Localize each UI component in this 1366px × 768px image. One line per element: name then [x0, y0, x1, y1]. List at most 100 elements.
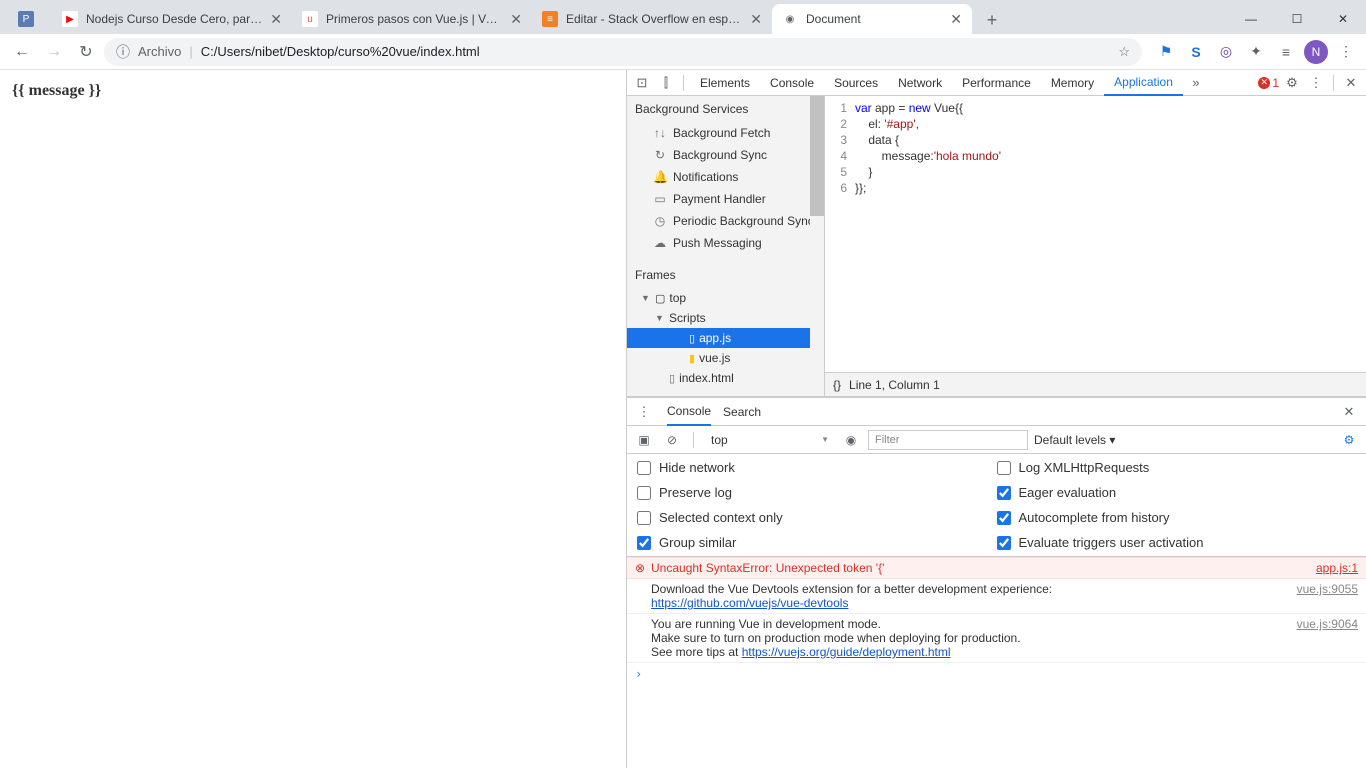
- console-filter-input[interactable]: Filter: [868, 430, 1028, 450]
- devtools-tab[interactable]: Memory: [1041, 70, 1104, 96]
- file-item[interactable]: ▯index.html: [627, 368, 824, 388]
- drawer-tab-console[interactable]: Console: [667, 398, 711, 426]
- console-sidebar-toggle-icon[interactable]: ▣: [633, 429, 655, 451]
- devtools-tab[interactable]: Elements: [690, 70, 760, 96]
- console-option[interactable]: Evaluate triggers user activation: [997, 535, 1357, 550]
- extension-icon[interactable]: S: [1184, 40, 1208, 64]
- service-label: Payment Handler: [673, 192, 766, 206]
- sidebar-item[interactable]: ☁Push Messaging: [627, 232, 824, 254]
- console-option[interactable]: Group similar: [637, 535, 997, 550]
- browser-menu-icon[interactable]: ⋮: [1334, 40, 1358, 64]
- log-source[interactable]: vue.js:9064: [1287, 617, 1358, 631]
- brackets-icon[interactable]: {}: [833, 378, 841, 392]
- browser-tab[interactable]: P: [8, 4, 52, 34]
- favicon-icon: P: [18, 11, 34, 27]
- option-checkbox[interactable]: [637, 486, 651, 500]
- devtools-tab[interactable]: Application: [1104, 70, 1183, 96]
- option-checkbox[interactable]: [997, 461, 1011, 475]
- live-expression-icon[interactable]: ◉: [840, 429, 862, 451]
- sidebar-scrollbar[interactable]: [810, 96, 824, 396]
- option-checkbox[interactable]: [997, 486, 1011, 500]
- devtools-settings-icon[interactable]: ⚙: [1281, 72, 1303, 94]
- line-gutter: 123456: [825, 100, 855, 372]
- tab-title: Document: [806, 12, 944, 26]
- log-levels-select[interactable]: Default levels ▾: [1034, 433, 1115, 447]
- browser-tab[interactable]: u Primeros pasos con Vue.js | Vue e ✕: [292, 4, 532, 34]
- browser-tab[interactable]: ≡Editar - Stack Overflow en españo✕: [532, 4, 772, 34]
- devtools-close-icon[interactable]: ✕: [1340, 72, 1362, 94]
- reading-list-icon[interactable]: ≡: [1274, 40, 1298, 64]
- option-checkbox[interactable]: [997, 536, 1011, 550]
- source-body[interactable]: 123456 var app = new Vue{{ el: '#app', d…: [825, 96, 1366, 372]
- file-name: app.js: [699, 331, 731, 345]
- devtools-tab[interactable]: Sources: [824, 70, 888, 96]
- site-info-icon[interactable]: ⓘ: [116, 42, 130, 62]
- log-source[interactable]: app.js:1: [1306, 561, 1358, 575]
- devtools-tab[interactable]: Network: [888, 70, 952, 96]
- devtools-panel: ⊡ ⫿ ElementsConsoleSourcesNetworkPerform…: [626, 70, 1366, 768]
- sidebar-item[interactable]: ◷Periodic Background Sync: [627, 210, 824, 232]
- option-checkbox[interactable]: [637, 536, 651, 550]
- file-item[interactable]: ▮vue.js: [627, 348, 824, 368]
- extensions-puzzle-icon[interactable]: ✦: [1244, 40, 1268, 64]
- devtools-tab[interactable]: Console: [760, 70, 824, 96]
- frame-scripts[interactable]: ▼ Scripts: [627, 308, 824, 328]
- window-close[interactable]: ✕: [1320, 4, 1366, 34]
- file-icon: ▯: [669, 372, 675, 385]
- console-option[interactable]: Autocomplete from history: [997, 510, 1357, 525]
- devtools-menu-icon[interactable]: ⋮: [1305, 72, 1327, 94]
- sidebar-item[interactable]: ▭ Payment Handler: [627, 188, 824, 210]
- new-tab-button[interactable]: +: [978, 6, 1006, 34]
- option-checkbox[interactable]: [997, 511, 1011, 525]
- extension-icon[interactable]: ◎: [1214, 40, 1238, 64]
- tab-title: Primeros pasos con Vue.js | Vue e: [326, 12, 504, 26]
- browser-tab[interactable]: ◉Document✕: [772, 4, 972, 34]
- more-tabs-icon[interactable]: »: [1185, 72, 1207, 94]
- extension-icon[interactable]: ⚑: [1154, 40, 1178, 64]
- console-option[interactable]: Log XMLHttpRequests: [997, 460, 1357, 475]
- context-select[interactable]: top: [704, 430, 834, 450]
- error-badge[interactable]: ✕ 1: [1258, 76, 1279, 90]
- console-prompt[interactable]: ›: [627, 663, 1366, 685]
- drawer-tab-search[interactable]: Search: [723, 398, 761, 426]
- log-link[interactable]: https://github.com/vuejs/vue-devtools: [651, 596, 848, 610]
- file-item[interactable]: ▯app.js: [627, 328, 824, 348]
- service-icon: ▭: [653, 192, 667, 206]
- browser-tab[interactable]: ▶Nodejs Curso Desde Cero, para p✕: [52, 4, 292, 34]
- inspect-element-icon[interactable]: ⊡: [631, 72, 653, 94]
- tab-close-icon[interactable]: ✕: [750, 11, 762, 28]
- tab-close-icon[interactable]: ✕: [270, 11, 282, 28]
- application-panel: Background Services ↑↓Background Fetch↻B…: [627, 96, 1366, 396]
- console-option[interactable]: Preserve log: [637, 485, 997, 500]
- console-option[interactable]: Hide network: [637, 460, 997, 475]
- drawer-menu-icon[interactable]: ⋮: [633, 401, 655, 423]
- window-minimize[interactable]: —: [1228, 4, 1274, 34]
- option-checkbox[interactable]: [637, 511, 651, 525]
- log-source[interactable]: vue.js:9055: [1287, 582, 1358, 596]
- file-icon: ▮: [689, 352, 695, 365]
- profile-avatar[interactable]: N: [1304, 40, 1328, 64]
- console-option[interactable]: Selected context only: [637, 510, 997, 525]
- device-toolbar-icon[interactable]: ⫿: [655, 72, 677, 94]
- frame-top[interactable]: ▼▢ top: [627, 288, 824, 308]
- log-link[interactable]: https://vuejs.org/guide/deployment.html: [742, 645, 951, 659]
- sidebar-item[interactable]: ↑↓Background Fetch: [627, 122, 824, 144]
- console-settings-icon[interactable]: ⚙: [1338, 429, 1360, 451]
- devtools-tabbar: ⊡ ⫿ ElementsConsoleSourcesNetworkPerform…: [627, 70, 1366, 96]
- drawer-close-icon[interactable]: ✕: [1338, 401, 1360, 423]
- window-maximize[interactable]: ☐: [1274, 4, 1320, 34]
- console-option[interactable]: Eager evaluation: [997, 485, 1357, 500]
- devtools-tab[interactable]: Performance: [952, 70, 1041, 96]
- option-checkbox[interactable]: [637, 461, 651, 475]
- omnibox[interactable]: ⓘ Archivo | C:/Users/nibet/Desktop/curso…: [104, 38, 1142, 66]
- favicon-icon: u: [302, 11, 318, 27]
- nav-forward[interactable]: →: [40, 38, 68, 66]
- console-clear-icon[interactable]: ⊘: [661, 429, 683, 451]
- tab-close-icon[interactable]: ✕: [950, 11, 962, 28]
- bookmark-star-icon[interactable]: ☆: [1118, 44, 1130, 60]
- nav-back[interactable]: ←: [8, 38, 36, 66]
- tab-close-icon[interactable]: ✕: [510, 11, 522, 28]
- sidebar-item[interactable]: ↻Background Sync: [627, 144, 824, 166]
- sidebar-item[interactable]: 🔔Notifications: [627, 166, 824, 188]
- nav-reload[interactable]: ↻: [72, 38, 100, 66]
